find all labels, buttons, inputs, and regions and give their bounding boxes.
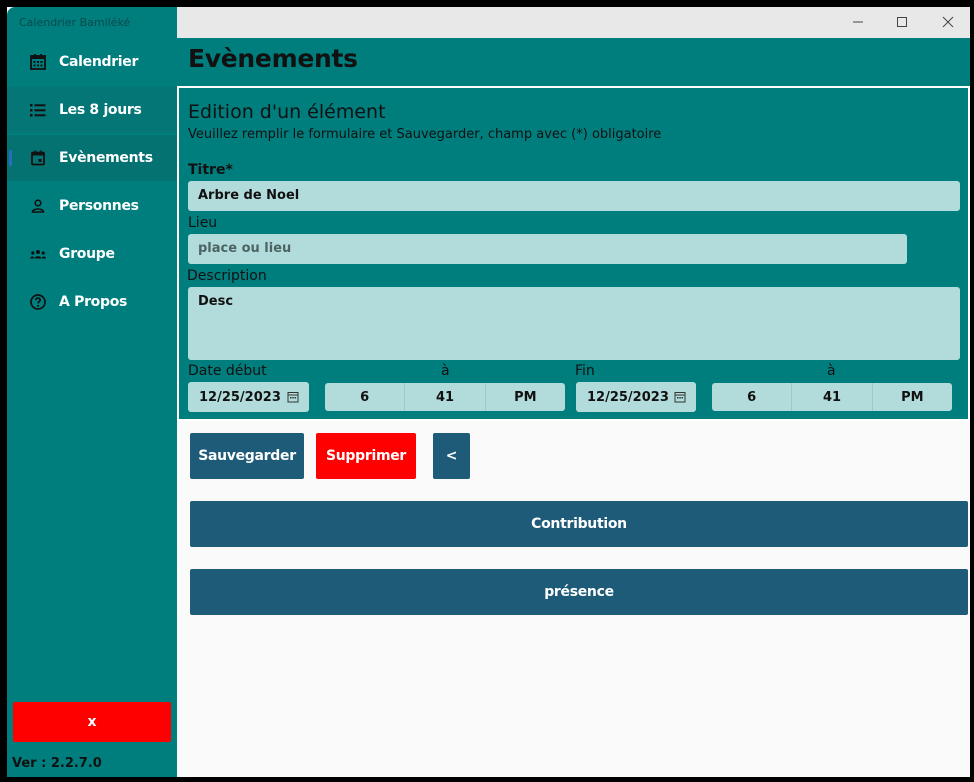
date-debut-a-label: à [441,363,450,379]
titre-label: Titre* [188,162,233,178]
sidebar-item-label: A Propos [59,294,128,310]
hour-field[interactable]: 6 [325,383,406,411]
page-header: Evènements [177,38,970,86]
page-title: Evènements [188,44,358,73]
event-icon [31,150,45,166]
presence-button[interactable]: présence [190,569,968,615]
sidebar-item-label: Calendrier [59,54,139,70]
selection-indicator [9,150,12,166]
ampm-field[interactable]: PM [486,383,565,411]
contribution-button[interactable]: Contribution [190,501,968,547]
date-debut-value: 12/25/2023 [199,389,281,405]
list-icon [30,104,46,117]
fin-date-picker[interactable]: 12/25/2023 [576,382,696,412]
sidebar-item-les-8-jours[interactable]: Les 8 jours [7,87,177,133]
maximize-icon[interactable] [892,13,912,31]
sidebar-item-evenements[interactable]: Evènements [7,135,177,181]
sidebar-item-label: Personnes [59,198,139,214]
save-button[interactable]: Sauvegarder [190,433,304,479]
edit-form: Edition d'un élément Veuillez remplir le… [177,86,970,421]
person-icon [31,199,45,213]
fin-a-label: à [827,363,836,379]
calendar-grid-icon [30,54,46,70]
close-app-button[interactable]: x [13,702,171,742]
title-bar [177,7,970,38]
form-title: Edition d'un élément [188,101,386,123]
sidebar-item-personnes[interactable]: Personnes [7,183,177,229]
date-debut-picker[interactable]: 12/25/2023 [188,382,309,412]
fin-time-picker[interactable]: 6 41 PM [712,383,952,411]
description-input[interactable]: Desc [188,287,960,360]
help-icon [30,294,46,310]
app-window: Calendrier Bamiléké Calendrier Les 8 jou… [7,7,970,777]
fin-label: Fin [575,363,595,379]
group-icon [30,250,46,259]
sidebar-item-label: Evènements [59,150,153,166]
ampm-field[interactable]: PM [873,383,952,411]
delete-button[interactable]: Supprimer [316,433,416,479]
close-window-icon[interactable] [938,13,958,31]
sidebar-item-label: Groupe [59,246,115,262]
sidebar-item-calendrier[interactable]: Calendrier [7,39,177,85]
lieu-input[interactable]: place ou lieu [188,234,907,264]
back-button[interactable]: < [433,433,470,479]
hour-field[interactable]: 6 [712,383,793,411]
sidebar: Calendrier Bamiléké Calendrier Les 8 jou… [7,7,177,777]
lieu-label: Lieu [188,215,218,231]
minute-field[interactable]: 41 [792,383,873,411]
form-subtitle: Veuillez remplir le formulaire et Sauveg… [188,127,662,142]
minimize-icon[interactable] [848,13,868,31]
sidebar-item-a-propos[interactable]: A Propos [7,279,177,325]
date-debut-time-picker[interactable]: 6 41 PM [325,383,565,411]
sidebar-item-label: Les 8 jours [59,102,142,118]
description-label: Description [187,268,267,284]
fin-date-value: 12/25/2023 [587,389,669,405]
titre-input[interactable]: Arbre de Noel [188,181,960,211]
version-label: Ver : 2.2.7.0 [12,756,102,771]
app-title: Calendrier Bamiléké [19,16,131,29]
sidebar-item-groupe[interactable]: Groupe [7,231,177,277]
calendar-icon [674,392,686,403]
calendar-icon [287,392,299,403]
date-debut-label: Date début [188,363,267,379]
minute-field[interactable]: 41 [405,383,486,411]
